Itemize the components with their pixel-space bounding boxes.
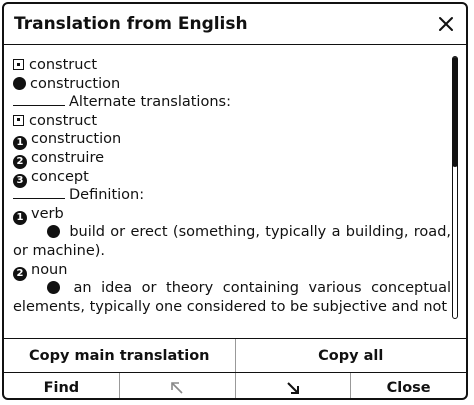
heading-rule [13, 93, 65, 107]
alternate-translation-item: construct [13, 112, 451, 131]
arrow-down-right-icon [287, 382, 299, 394]
main-translation-item: construction [13, 75, 451, 94]
previous-result-button[interactable] [118, 373, 235, 398]
find-button[interactable]: Find [4, 373, 119, 398]
copy-all-button[interactable]: Copy all [234, 339, 467, 373]
scrollbar[interactable] [451, 56, 458, 319]
heading-rule [13, 186, 65, 200]
close-icon[interactable] [434, 12, 458, 36]
number-2-icon: 2 [13, 154, 27, 169]
square-bullet-icon [13, 114, 24, 126]
definition-pos: 2 noun [13, 261, 451, 281]
dialog-title: Translation from English [14, 14, 248, 34]
translation-dialog: Translation from English construct const… [2, 2, 468, 400]
definition-meaning: an idea or theory containing various con… [13, 280, 451, 315]
main-translation-item: construct [13, 56, 451, 75]
square-bullet-icon [13, 59, 24, 70]
alternate-translation-item: 2 construire [13, 149, 451, 169]
arrow-up-left-icon [171, 382, 183, 394]
copy-button-row: Copy main translation Copy all [4, 338, 466, 373]
filled-dot-bullet-icon [47, 281, 60, 295]
filled-dot-bullet-icon [47, 225, 60, 239]
alternate-translations-heading: Alternate translations: [13, 93, 451, 112]
definition-meaning: build or erect (something, typically a b… [13, 224, 451, 259]
alternate-translation-item: 3 concept [13, 168, 451, 188]
definition-pos: 1 verb [13, 205, 451, 225]
dialog-titlebar: Translation from English [4, 4, 466, 45]
alternate-translation-item: 1 construction [13, 130, 451, 151]
filled-dot-bullet-icon [13, 76, 26, 90]
close-button[interactable]: Close [350, 373, 466, 398]
translation-content: construct construction Alternate transla… [13, 56, 451, 321]
action-button-row: Find Close [4, 372, 466, 398]
scrollbar-thumb[interactable] [451, 57, 458, 167]
copy-main-translation-button[interactable]: Copy main translation [4, 339, 235, 373]
definition-heading: Definition: [13, 186, 451, 205]
next-result-button[interactable] [234, 373, 351, 398]
